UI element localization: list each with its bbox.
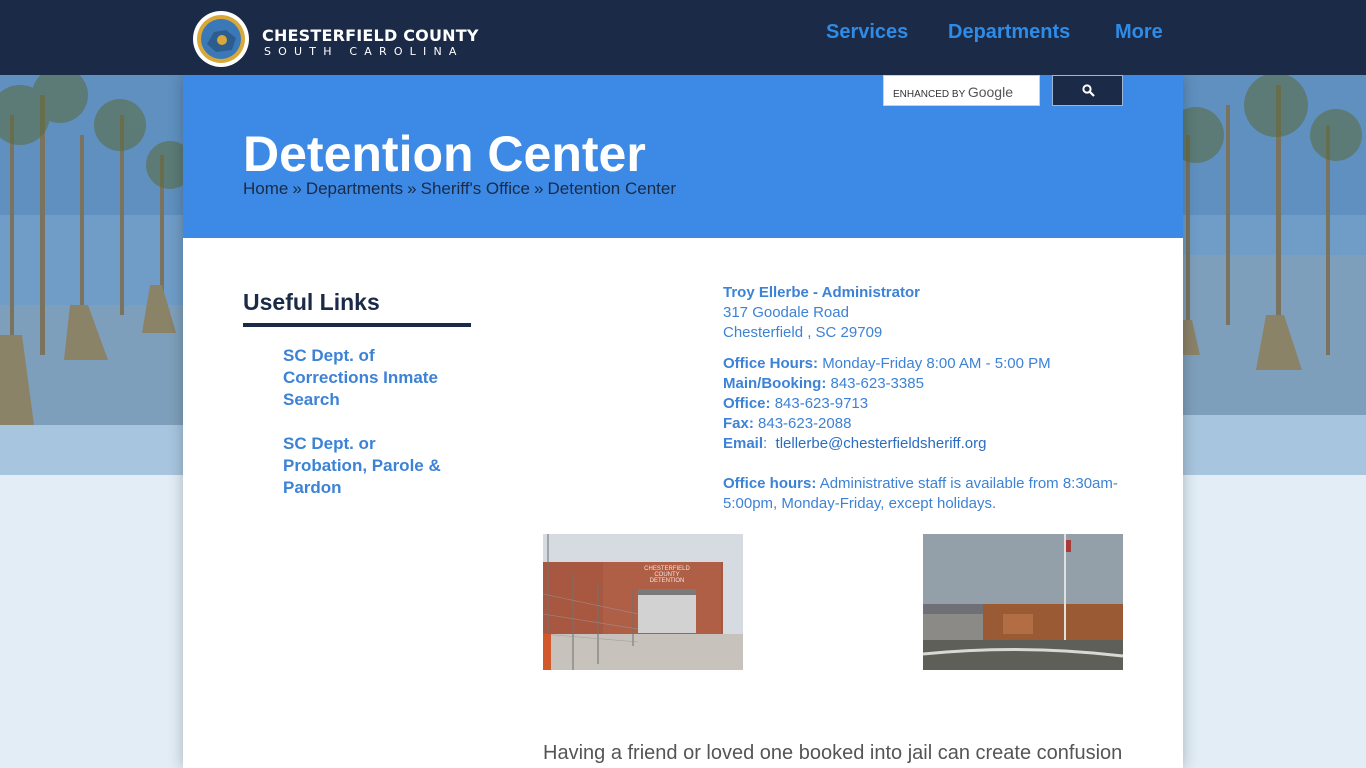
cypress-trees-left bbox=[0, 75, 200, 768]
breadcrumb-separator: » bbox=[292, 179, 302, 198]
sign-text-3: DETENTION bbox=[650, 578, 685, 584]
detention-building-image bbox=[923, 534, 1123, 670]
background-scenery-right bbox=[1166, 75, 1366, 768]
brand-state-name: SOUTH CAROLINA bbox=[264, 45, 464, 58]
brand-county-name[interactable]: CHESTERFIELD COUNTY bbox=[262, 26, 479, 45]
detention-building-photo bbox=[923, 534, 1123, 670]
county-seal-icon[interactable] bbox=[192, 10, 250, 68]
office-hours-label: Office Hours: bbox=[723, 355, 819, 372]
search-button[interactable] bbox=[1052, 75, 1123, 106]
nav-departments[interactable]: Departments bbox=[948, 21, 1070, 44]
fax-label: Fax: bbox=[723, 415, 754, 432]
page-title: Detention Center bbox=[243, 126, 646, 182]
link-probation-parole-pardon[interactable]: SC Dept. or Probation, Parole & Pardon bbox=[283, 433, 463, 499]
breadcrumb: Home» Departments» Sheriff's Office» Detent… bbox=[243, 179, 676, 199]
office-label: Office: bbox=[723, 395, 771, 412]
office-hours-value: Monday-Friday 8:00 AM - 5:00 PM bbox=[822, 355, 1051, 372]
address-line-1: 317 Goodale Road bbox=[723, 304, 849, 321]
search-input[interactable]: ENHANCED BY Google bbox=[883, 75, 1040, 106]
search-provider-label: Google bbox=[967, 84, 1013, 100]
breadcrumb-separator: » bbox=[407, 179, 417, 198]
email-label: Email bbox=[723, 435, 764, 452]
detention-entrance-photo: CHESTERFIELD COUNTY DETENTION bbox=[543, 534, 743, 670]
main-content-panel: ENHANCED BY Google Detention Center Home… bbox=[183, 75, 1183, 768]
administrator-name: Troy Ellerbe - Administrator bbox=[723, 284, 920, 301]
breadcrumb-sheriffs-office[interactable]: Sheriff's Office bbox=[421, 179, 530, 198]
useful-links-heading: Useful Links bbox=[243, 289, 380, 315]
search-enhanced-label: ENHANCED BY bbox=[893, 89, 966, 100]
office-phone: 843-623-9713 bbox=[774, 395, 869, 412]
detention-entrance-image: CHESTERFIELD COUNTY DETENTION bbox=[543, 534, 743, 670]
nav-more[interactable]: More bbox=[1115, 21, 1163, 44]
intro-paragraph: Having a friend or loved one booked into… bbox=[543, 742, 1123, 764]
search-icon bbox=[1082, 84, 1095, 97]
background-scenery-left bbox=[0, 75, 200, 768]
breadcrumb-current: Detention Center bbox=[547, 179, 677, 198]
breadcrumb-home[interactable]: Home bbox=[243, 179, 288, 198]
main-booking-phone: 843-623-3385 bbox=[830, 375, 924, 392]
fax-number: 843-623-2088 bbox=[758, 415, 852, 432]
address-line-2: Chesterfield , SC 29709 bbox=[723, 324, 883, 341]
breadcrumb-separator: » bbox=[534, 179, 544, 198]
cypress-trees-right bbox=[1166, 75, 1366, 768]
link-corrections-inmate-search[interactable]: SC Dept. of Corrections Inmate Search bbox=[283, 345, 463, 411]
contact-info: Troy Ellerbe - Administrator 317 Goodale… bbox=[723, 283, 1133, 514]
main-booking-label: Main/Booking: bbox=[723, 375, 827, 392]
nav-services[interactable]: Services bbox=[826, 21, 908, 44]
page-header-banner: ENHANCED BY Google Detention Center Home… bbox=[183, 75, 1183, 238]
admin-hours-label: Office hours: bbox=[723, 475, 817, 492]
breadcrumb-departments[interactable]: Departments bbox=[306, 179, 403, 198]
top-navigation-bar: CHESTERFIELD COUNTY SOUTH CAROLINA Servi… bbox=[0, 0, 1366, 75]
useful-links-divider bbox=[243, 323, 471, 327]
email-link[interactable]: tlellerbe@chesterfieldsheriff.org bbox=[776, 435, 987, 452]
